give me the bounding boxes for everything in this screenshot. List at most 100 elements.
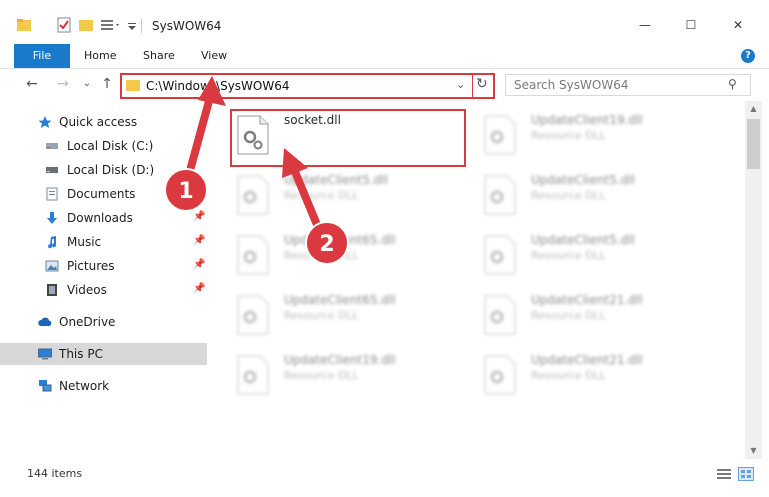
cloud-icon	[38, 317, 52, 326]
forward-button[interactable]: →	[54, 75, 72, 93]
help-icon[interactable]: ?	[741, 49, 755, 63]
scroll-down-arrow-icon[interactable]: ▼	[745, 443, 762, 459]
sidebar-item-label: OneDrive	[59, 315, 116, 329]
file-list: socket.dll UpdateClient5.dll Resource DL…	[218, 101, 745, 459]
item-count: 144 items	[27, 467, 83, 480]
search-input[interactable]: Search SysWOW64 ⚲	[505, 74, 751, 96]
computer-icon	[38, 348, 52, 360]
address-divider	[472, 75, 473, 97]
ribbon: File Home Share View ?	[0, 40, 769, 69]
file-name: UpdateClient5.dll	[284, 173, 388, 187]
tab-share[interactable]: Share	[143, 44, 175, 68]
file-description: Resource DLL	[531, 249, 606, 262]
sidebar-item-label: Downloads	[67, 211, 133, 225]
sidebar-item-music[interactable]: Music 📌	[0, 231, 207, 253]
sidebar-item-onedrive[interactable]: OneDrive	[0, 311, 207, 333]
file-item[interactable]: UpdateClient21.dll Resource DLL	[483, 351, 723, 403]
file-item[interactable]: UpdateClient19.dll Resource DLL	[236, 351, 476, 403]
file-item[interactable]: UpdateClient65.dll Resource DLL	[236, 291, 476, 343]
dll-file-icon	[237, 295, 269, 335]
sidebar-item-label: Network	[59, 379, 110, 393]
refresh-icon[interactable]: ↻	[476, 76, 488, 92]
tab-home[interactable]: Home	[84, 44, 116, 68]
pin-icon[interactable]: 📌	[193, 283, 205, 294]
pin-icon[interactable]: 📌	[193, 259, 205, 270]
vertical-scrollbar[interactable]: ▲ ▼	[745, 101, 762, 459]
tab-file[interactable]: File	[14, 44, 70, 68]
recent-locations-button[interactable]: ⌄	[78, 75, 96, 93]
file-item[interactable]: UpdateClient5.dll Resource DLL	[483, 231, 723, 283]
folder-icon	[126, 80, 140, 91]
sidebar-item-quick-access[interactable]: Quick access	[0, 111, 207, 133]
file-description: Resource DLL	[284, 189, 359, 202]
large-icons-view-icon[interactable]	[738, 467, 754, 481]
title-bar: SysWOW64 — ☐ ✕	[0, 0, 769, 40]
sidebar-item-local-disk-d[interactable]: Local Disk (D:)	[0, 159, 207, 181]
pin-icon[interactable]: 📌	[193, 235, 205, 246]
new-folder-icon[interactable]	[78, 17, 94, 33]
drive-icon	[46, 143, 58, 149]
sidebar-item-label: Pictures	[67, 259, 115, 273]
file-description: Resource DLL	[531, 369, 606, 382]
window-title: SysWOW64	[152, 19, 222, 33]
customize-toolbar-icon[interactable]	[100, 17, 122, 33]
dll-file-icon	[484, 235, 516, 275]
star-icon	[38, 116, 52, 128]
file-description: Resource DLL	[284, 309, 359, 322]
minimize-button[interactable]: —	[634, 14, 656, 36]
sidebar-item-network[interactable]: Network	[0, 375, 207, 397]
file-name: UpdateClient65.dll	[284, 293, 396, 307]
close-button[interactable]: ✕	[727, 14, 749, 36]
dll-file-icon	[484, 175, 516, 215]
back-button[interactable]: ←	[23, 75, 41, 93]
scroll-thumb[interactable]	[747, 119, 760, 169]
quick-access-dropdown-icon[interactable]	[127, 17, 137, 33]
file-item[interactable]: UpdateClient65.dll Resource DLL	[236, 231, 476, 283]
scroll-up-arrow-icon[interactable]: ▲	[745, 101, 762, 117]
tab-view[interactable]: View	[201, 44, 227, 68]
sidebar-item-label: Local Disk (D:)	[67, 163, 155, 177]
file-name: UpdateClient21.dll	[531, 293, 643, 307]
file-description: Resource DLL	[531, 309, 606, 322]
search-placeholder: Search SysWOW64	[514, 78, 629, 92]
status-bar: 144 items	[0, 459, 769, 497]
file-item[interactable]: UpdateClient5.dll Resource DLL	[483, 171, 723, 223]
sidebar-item-label: Local Disk (C:)	[67, 139, 154, 153]
properties-icon[interactable]	[56, 17, 72, 33]
navigation-pane: Quick access Local Disk (C:) Local Disk …	[0, 101, 210, 459]
drive-icon	[46, 167, 58, 173]
file-description: Resource DLL	[531, 129, 606, 142]
file-description: Resource DLL	[284, 249, 359, 262]
maximize-button[interactable]: ☐	[680, 14, 702, 36]
file-item[interactable]: UpdateClient5.dll Resource DLL	[236, 171, 476, 223]
file-description: Resource DLL	[531, 189, 606, 202]
file-name: UpdateClient5.dll	[531, 233, 635, 247]
file-name: UpdateClient19.dll	[284, 353, 396, 367]
dll-file-icon	[237, 355, 269, 395]
chevron-down-icon[interactable]: ⌄	[456, 78, 465, 91]
details-view-icon[interactable]	[716, 467, 732, 481]
downloads-icon	[47, 212, 57, 224]
sidebar-item-label: Videos	[67, 283, 107, 297]
file-item[interactable]: UpdateClient19.dll Resource DLL	[483, 111, 723, 163]
file-name: UpdateClient21.dll	[531, 353, 643, 367]
address-path[interactable]: C:\Windows\SysWOW64	[146, 79, 290, 93]
pin-icon[interactable]: 📌	[193, 211, 205, 222]
file-item[interactable]: UpdateClient21.dll Resource DLL	[483, 291, 723, 343]
sidebar-item-downloads[interactable]: Downloads 📌	[0, 207, 207, 229]
dll-file-icon	[237, 175, 269, 215]
dll-file-icon	[484, 115, 516, 155]
videos-icon	[47, 284, 57, 296]
file-name: UpdateClient5.dll	[531, 173, 635, 187]
sidebar-item-local-disk-c[interactable]: Local Disk (C:)	[0, 135, 207, 157]
music-icon	[48, 236, 57, 249]
highlight-box-socket-dll	[230, 109, 466, 167]
sidebar-item-documents[interactable]: Documents	[0, 183, 207, 205]
address-bar[interactable]: C:\Windows\SysWOW64 ⌄ ↻	[120, 73, 495, 99]
sidebar-item-this-pc[interactable]: This PC	[0, 343, 207, 365]
sidebar-item-pictures[interactable]: Pictures 📌	[0, 255, 207, 277]
up-button[interactable]: ↑	[98, 75, 116, 93]
dll-file-icon	[237, 235, 269, 275]
search-icon[interactable]: ⚲	[728, 77, 737, 91]
sidebar-item-videos[interactable]: Videos 📌	[0, 279, 207, 301]
